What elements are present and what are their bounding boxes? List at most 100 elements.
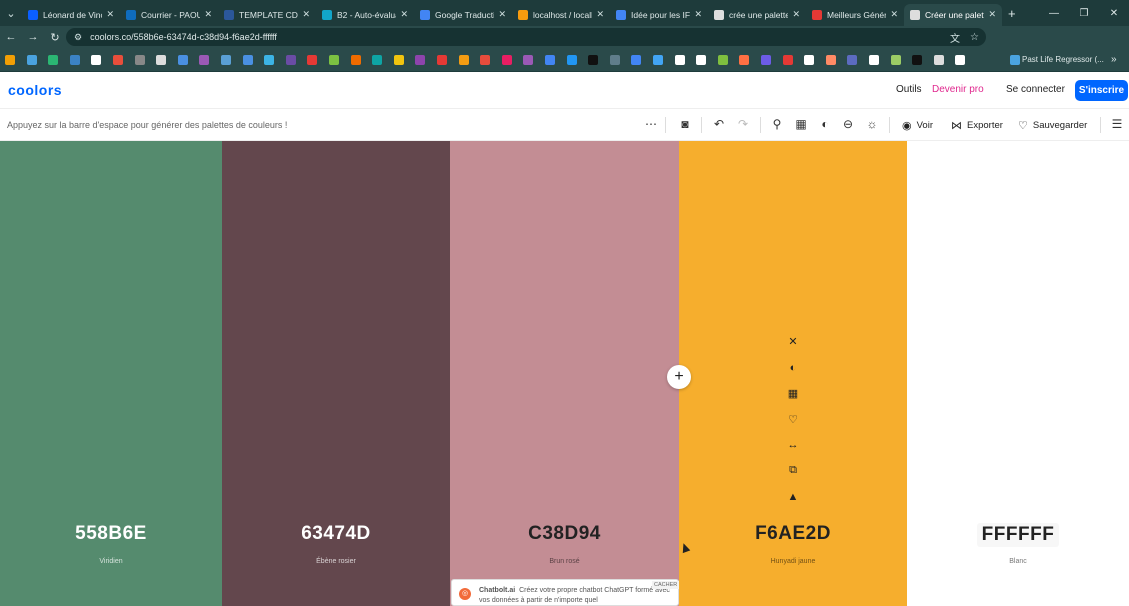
- bookmark-favicon-icon[interactable]: [955, 55, 966, 65]
- bookmark-favicon-icon[interactable]: [48, 55, 59, 65]
- bookmark-favicon-icon[interactable]: [761, 55, 771, 65]
- bookmark-favicon-icon[interactable]: [847, 55, 858, 65]
- color-name[interactable]: Hunyadi jaune: [679, 558, 907, 565]
- color-name[interactable]: Blanc: [907, 558, 1129, 565]
- color-name[interactable]: Viridien: [0, 558, 222, 565]
- close-tab-icon[interactable]: ✕: [596, 9, 604, 20]
- bookmark-star-icon[interactable]: ☆: [970, 32, 979, 43]
- color-swatch[interactable]: C38D94 Brun rosé: [450, 141, 679, 606]
- new-tab-button[interactable]: +: [1008, 6, 1016, 21]
- browser-tab[interactable]: TEMPLATE CDC.d ✕: [218, 4, 316, 26]
- close-tab-icon[interactable]: ✕: [890, 9, 898, 20]
- bookmark-favicon-icon[interactable]: [631, 55, 642, 65]
- color-swatch[interactable]: 558B6E Viridien: [0, 141, 222, 606]
- close-tab-icon[interactable]: ✕: [792, 9, 800, 20]
- brightness-icon[interactable]: ☼: [864, 117, 880, 131]
- browser-tab[interactable]: B2 - Auto-évaluat ✕: [316, 4, 414, 26]
- color-swatch[interactable]: FFFFFF Blanc: [907, 141, 1129, 606]
- close-tab-icon[interactable]: ✕: [498, 9, 506, 20]
- bookmark-favicon-icon[interactable]: [5, 55, 15, 65]
- bookmark-favicon-icon[interactable]: [933, 55, 944, 65]
- undo-icon[interactable]: ↶: [711, 117, 727, 131]
- color-name[interactable]: Brun rosé: [450, 558, 679, 565]
- site-info-icon[interactable]: ⚙: [74, 32, 82, 43]
- bookmark-favicon-icon[interactable]: [113, 55, 123, 65]
- camera-icon[interactable]: ◙: [677, 117, 693, 131]
- close-tab-icon[interactable]: ✕: [694, 9, 702, 20]
- url-text[interactable]: coolors.co/558b6e-63474d-c38d94-f6ae2d-f…: [90, 32, 277, 42]
- bookmark-favicon-icon[interactable]: [782, 55, 793, 65]
- contrast-icon[interactable]: ◐: [817, 117, 833, 131]
- bookmark-favicon-icon[interactable]: [329, 55, 339, 65]
- color-swatch[interactable]: ✕ ◐ ▦ ♡ ↔ ⧉ ▲ F6AE2D Hunyadi jaune: [679, 141, 907, 606]
- bookmark-favicon-icon[interactable]: [69, 55, 80, 65]
- hex-code[interactable]: FFFFFF: [907, 523, 1129, 547]
- close-tab-icon[interactable]: ✕: [106, 9, 114, 20]
- bookmark-favicon-icon[interactable]: [717, 55, 728, 65]
- bookmark-favicon-icon[interactable]: [480, 55, 491, 65]
- bookmark-favicon-icon[interactable]: [221, 55, 231, 65]
- bookmark-favicon-icon[interactable]: [177, 55, 188, 65]
- bookmark-favicon-icon[interactable]: [242, 55, 253, 65]
- bookmark-favicon-icon[interactable]: [199, 55, 210, 65]
- hex-code[interactable]: 558B6E: [0, 523, 222, 545]
- bookmark-favicon-icon[interactable]: [26, 55, 37, 65]
- bookmark-favicon-icon[interactable]: [653, 55, 663, 65]
- bookmark-favicon-icon[interactable]: [134, 55, 145, 65]
- view-button[interactable]: ◉ Voir: [902, 119, 933, 132]
- bookmark-favicon-icon[interactable]: [372, 55, 383, 65]
- bookmark-favicon-icon[interactable]: [609, 55, 620, 65]
- bookmark-favicon-icon[interactable]: [739, 55, 750, 65]
- bookmark-favicon-icon[interactable]: [566, 55, 577, 65]
- bookmark-favicon-icon[interactable]: [264, 55, 275, 65]
- bookmark-favicon-icon[interactable]: [458, 55, 469, 65]
- bookmark-favicon-icon[interactable]: [825, 55, 836, 65]
- browser-tab[interactable]: localhost / localh ✕: [512, 4, 610, 26]
- hex-code[interactable]: C38D94: [450, 523, 679, 545]
- restore-icon[interactable]: ❐: [1069, 8, 1099, 19]
- bookmark-favicon-icon[interactable]: [285, 55, 296, 65]
- coolors-logo[interactable]: coolors: [8, 82, 62, 98]
- signup-button[interactable]: S'inscrire: [1075, 80, 1128, 101]
- color-blindness-icon[interactable]: ⊖: [840, 117, 856, 131]
- hamburger-menu-icon[interactable]: ☰: [1109, 117, 1125, 131]
- drag-icon[interactable]: ↔: [788, 432, 799, 458]
- bookmark-favicon-icon[interactable]: [393, 55, 404, 65]
- bookmark-favicon-icon[interactable]: [545, 55, 555, 65]
- bookmark-favicon-icon[interactable]: [804, 55, 815, 65]
- hide-ad-button[interactable]: CACHER: [652, 581, 680, 589]
- bookmark-favicon-icon[interactable]: [91, 55, 102, 65]
- redo-icon[interactable]: ↷: [735, 117, 751, 131]
- tools-link[interactable]: Outils: [896, 84, 922, 95]
- translate-icon[interactable]: 文: [950, 30, 960, 45]
- bookmark-favicon-icon[interactable]: [523, 55, 534, 65]
- forward-icon[interactable]: →: [22, 31, 44, 43]
- omnibox[interactable]: ⚙ coolors.co/558b6e-63474d-c38d94-f6ae2d…: [66, 28, 986, 46]
- adjust-palette-icon[interactable]: ⚲: [769, 117, 785, 131]
- lock-icon[interactable]: ▲: [788, 484, 799, 510]
- bookmark-favicon-icon[interactable]: [501, 55, 512, 65]
- bookmark-favicon-icon[interactable]: [350, 55, 361, 65]
- browser-tab[interactable]: Léonard de Vinci ✕: [22, 4, 120, 26]
- bookmark-favicon-icon[interactable]: [307, 55, 318, 65]
- favorite-color-icon[interactable]: ♡: [788, 406, 798, 432]
- bookmark-favicon-icon[interactable]: [674, 55, 685, 65]
- hex-code[interactable]: 63474D: [222, 523, 450, 545]
- bookmark-icon[interactable]: [1010, 55, 1020, 65]
- save-button[interactable]: ♡ Sauvegarder: [1018, 119, 1087, 132]
- more-bookmarks-icon[interactable]: »: [1111, 54, 1117, 65]
- view-shades-grid-icon[interactable]: ▦: [788, 381, 798, 407]
- bookmark-label[interactable]: Past Life Regressor (...: [1022, 55, 1104, 64]
- grid-view-icon[interactable]: ▦: [793, 117, 809, 131]
- browser-tab[interactable]: Idée pour les IFT ✕: [610, 4, 708, 26]
- export-button[interactable]: ⋈ Exporter: [951, 119, 1003, 132]
- color-swatch[interactable]: 63474D Ébène rosier: [222, 141, 450, 606]
- remove-color-icon[interactable]: ✕: [788, 329, 797, 355]
- minimize-icon[interactable]: —: [1039, 8, 1069, 19]
- add-color-button[interactable]: +: [667, 365, 691, 389]
- color-name[interactable]: Ébène rosier: [222, 558, 450, 565]
- browser-tab[interactable]: Meilleurs Généra ✕: [806, 4, 904, 26]
- close-window-icon[interactable]: ✕: [1099, 8, 1129, 19]
- back-icon[interactable]: ←: [0, 31, 22, 43]
- reload-icon[interactable]: ↻: [44, 31, 66, 44]
